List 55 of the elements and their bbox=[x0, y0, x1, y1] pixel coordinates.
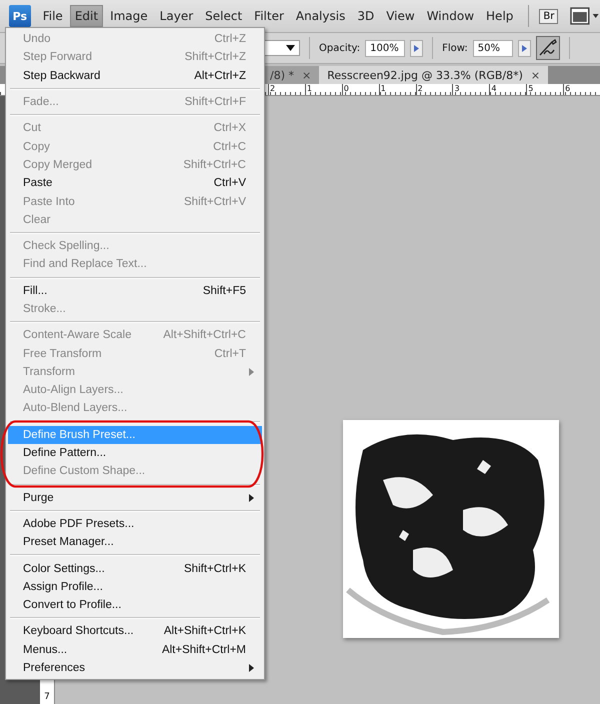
menu-bar-item[interactable]: Help bbox=[481, 5, 518, 27]
ruler-label: 2 bbox=[268, 84, 305, 95]
menu-item[interactable]: Assign Profile... bbox=[8, 578, 262, 596]
submenu-arrow-icon bbox=[249, 664, 254, 672]
bridge-button[interactable]: Br bbox=[539, 8, 558, 24]
opacity-field[interactable]: 100% bbox=[365, 40, 406, 56]
caret-icon bbox=[286, 45, 295, 51]
ruler-label: 7 bbox=[44, 692, 50, 702]
menu-bar-item[interactable]: Edit bbox=[70, 5, 104, 27]
arrow-icon bbox=[414, 44, 420, 52]
document-tab[interactable]: Resscreen92.jpg @ 33.3% (RGB/8*) × bbox=[319, 66, 548, 84]
menu-item[interactable]: Keyboard Shortcuts... Alt+Shift+Ctrl+K bbox=[8, 622, 262, 641]
menu-item[interactable]: Adobe PDF Presets... bbox=[8, 514, 262, 534]
opacity-arrow-button[interactable] bbox=[410, 40, 424, 56]
menu-item[interactable]: Preferences bbox=[8, 658, 262, 678]
menu-bar-item[interactable]: Image bbox=[105, 5, 153, 27]
screen-mode-icon[interactable] bbox=[570, 7, 600, 25]
ruler-label: 1 bbox=[304, 84, 342, 95]
menu-item[interactable]: Fill... Shift+F5 bbox=[8, 282, 262, 300]
flow-arrow-button[interactable] bbox=[518, 40, 531, 56]
menu-bar-item[interactable]: 3D bbox=[352, 5, 380, 27]
brush-dropdown[interactable] bbox=[262, 40, 300, 56]
menu-bar-item[interactable]: View bbox=[381, 5, 420, 27]
app-logo[interactable]: Ps bbox=[9, 5, 31, 27]
menu-bar-item[interactable]: Select bbox=[200, 5, 248, 27]
menu-bar-item[interactable]: Layer bbox=[154, 5, 198, 27]
ruler-label: 1 bbox=[378, 84, 416, 95]
menu-item[interactable]: Menus... Alt+Shift+Ctrl+M bbox=[8, 640, 262, 659]
airbrush-toggle-button[interactable] bbox=[536, 36, 560, 60]
arrow-icon bbox=[522, 44, 527, 52]
menu-bar-item[interactable]: Window bbox=[422, 5, 480, 27]
close-icon[interactable]: × bbox=[302, 68, 312, 82]
menu-bar-item[interactable]: Filter bbox=[249, 5, 289, 27]
ruler-label: 4 bbox=[489, 84, 526, 95]
ruler-label: 2 bbox=[416, 84, 452, 95]
document-tab[interactable]: /8) * × bbox=[262, 66, 320, 84]
menu-item[interactable]: Paste Ctrl+V bbox=[8, 174, 262, 192]
menu-bar-item[interactable]: File bbox=[38, 5, 68, 27]
menu-item[interactable]: Define Pattern... bbox=[8, 444, 262, 462]
menu-item[interactable]: Color Settings... Shift+Ctrl+K bbox=[8, 559, 262, 578]
menu-item[interactable]: Convert to Profile... bbox=[8, 596, 262, 614]
ruler-label: 0 bbox=[342, 84, 379, 95]
menu-item[interactable]: Purge bbox=[8, 488, 262, 507]
ruler-label: 3 bbox=[452, 84, 490, 95]
ruler-label: 6 bbox=[563, 84, 600, 95]
menu-bar-item[interactable]: Analysis bbox=[290, 5, 350, 27]
submenu-arrow-icon bbox=[249, 368, 254, 376]
ruler-label: 5 bbox=[526, 84, 564, 95]
menu-item[interactable]: Step Backward Alt+Ctrl+Z bbox=[8, 66, 262, 85]
flow-label: Flow: bbox=[442, 42, 468, 54]
opacity-label: Opacity: bbox=[319, 42, 360, 54]
menu-item[interactable]: Preset Manager... bbox=[8, 533, 262, 552]
submenu-arrow-icon bbox=[249, 494, 254, 502]
flow-field[interactable]: 50% bbox=[472, 40, 513, 56]
close-icon[interactable]: × bbox=[530, 68, 540, 82]
